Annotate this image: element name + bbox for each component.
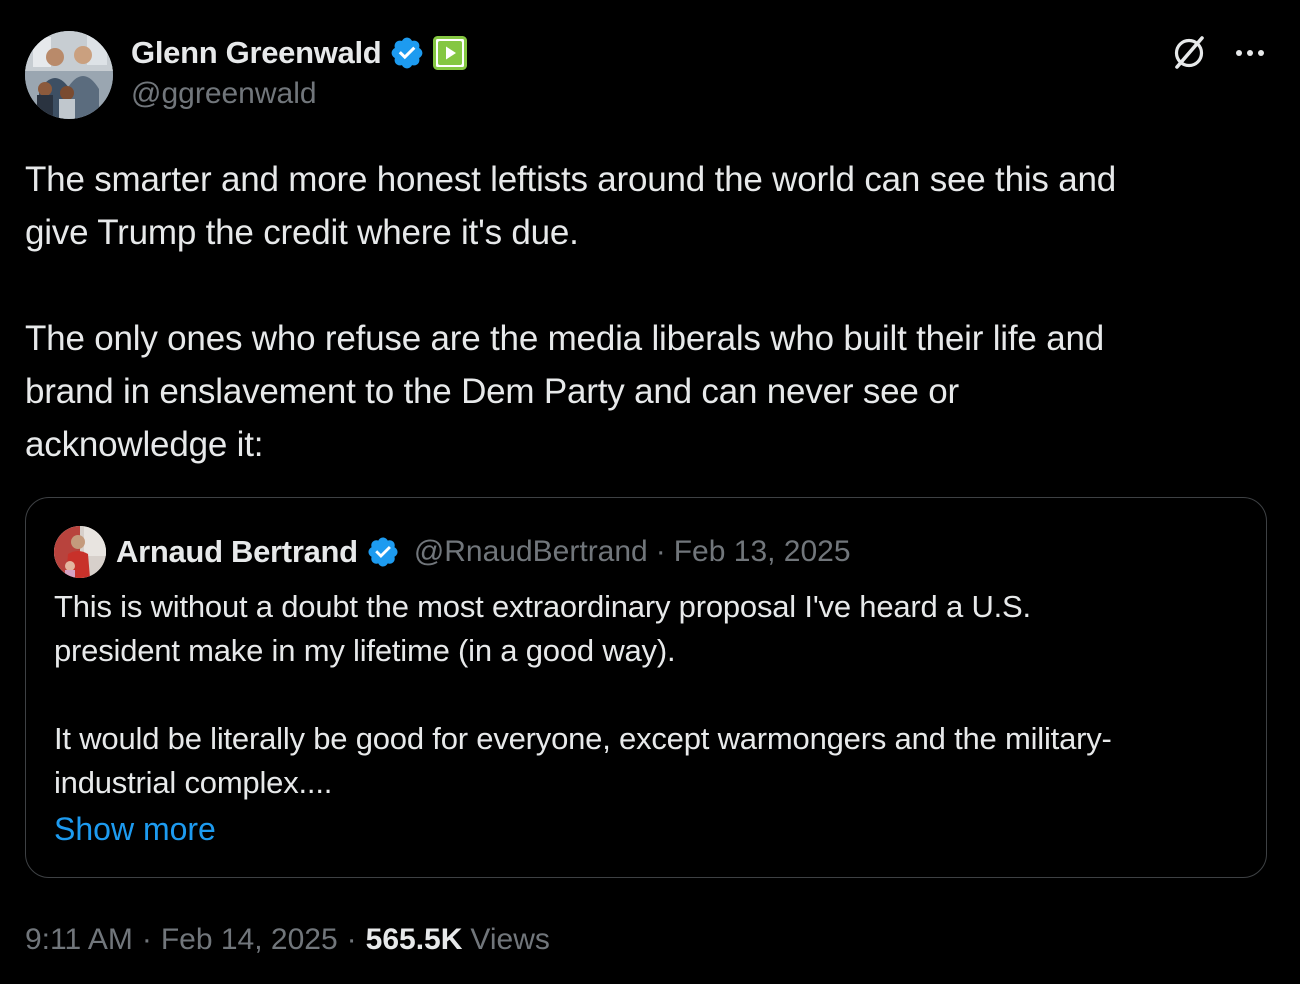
author-display-name[interactable]: Glenn Greenwald: [131, 35, 382, 71]
quoted-tweet-date[interactable]: Feb 13, 2025: [674, 535, 851, 569]
quoted-tweet-card[interactable]: Arnaud Bertrand @RnaudBertrand · Feb 13,…: [25, 497, 1267, 878]
separator-dot: ·: [141, 923, 152, 956]
quoted-tweet-text: This is without a doubt the most extraor…: [54, 585, 1244, 805]
quoted-text-line: industrial complex....: [54, 765, 333, 800]
tweet-text-line: The only ones who refuse are the media l…: [25, 319, 1104, 358]
quoted-text-line: president make in my lifetime (in a good…: [54, 633, 676, 668]
tweet-time[interactable]: 9:11 AM: [25, 923, 133, 957]
tweet-text-line: give Trump the credit where it's due.: [25, 213, 579, 252]
author-name-row: Glenn Greenwald: [131, 33, 468, 73]
quoted-text-line: It would be literally be good for everyo…: [54, 721, 1112, 756]
verified-badge-icon[interactable]: [389, 35, 425, 71]
views-count: 565.5K: [365, 923, 463, 956]
verified-badge-icon[interactable]: [366, 535, 400, 569]
show-more-link[interactable]: Show more: [54, 807, 216, 851]
tweet-text: The smarter and more honest leftists aro…: [25, 153, 1275, 471]
quoted-author-handle[interactable]: @RnaudBertrand: [414, 535, 648, 569]
author-avatar[interactable]: [25, 31, 113, 119]
more-options-icon[interactable]: [1230, 38, 1270, 68]
rumble-icon[interactable]: [433, 36, 468, 70]
quoted-author-display-name[interactable]: Arnaud Bertrand: [116, 534, 358, 570]
separator-dot: ·: [655, 535, 666, 568]
separator-dot: ·: [346, 923, 357, 956]
tweet: Glenn Greenwald @ggreenwald The smarter …: [0, 0, 1300, 984]
grok-icon[interactable]: [1168, 32, 1210, 74]
tweet-text-line: brand in enslavement to the Dem Party an…: [25, 372, 959, 411]
quoted-tweet-header: Arnaud Bertrand @RnaudBertrand · Feb 13,…: [116, 532, 851, 572]
quoted-author-avatar[interactable]: [54, 526, 106, 578]
tweet-text-line: The smarter and more honest leftists aro…: [25, 160, 1117, 199]
tweet-date[interactable]: Feb 14, 2025: [161, 923, 338, 957]
author-handle[interactable]: @ggreenwald: [131, 77, 317, 111]
views-label: Views: [470, 923, 550, 956]
quoted-text-line: This is without a doubt the most extraor…: [54, 589, 1031, 624]
tweet-metadata: 9:11 AM · Feb 14, 2025 · 565.5K Views: [25, 918, 550, 962]
tweet-text-line: acknowledge it:: [25, 425, 264, 464]
